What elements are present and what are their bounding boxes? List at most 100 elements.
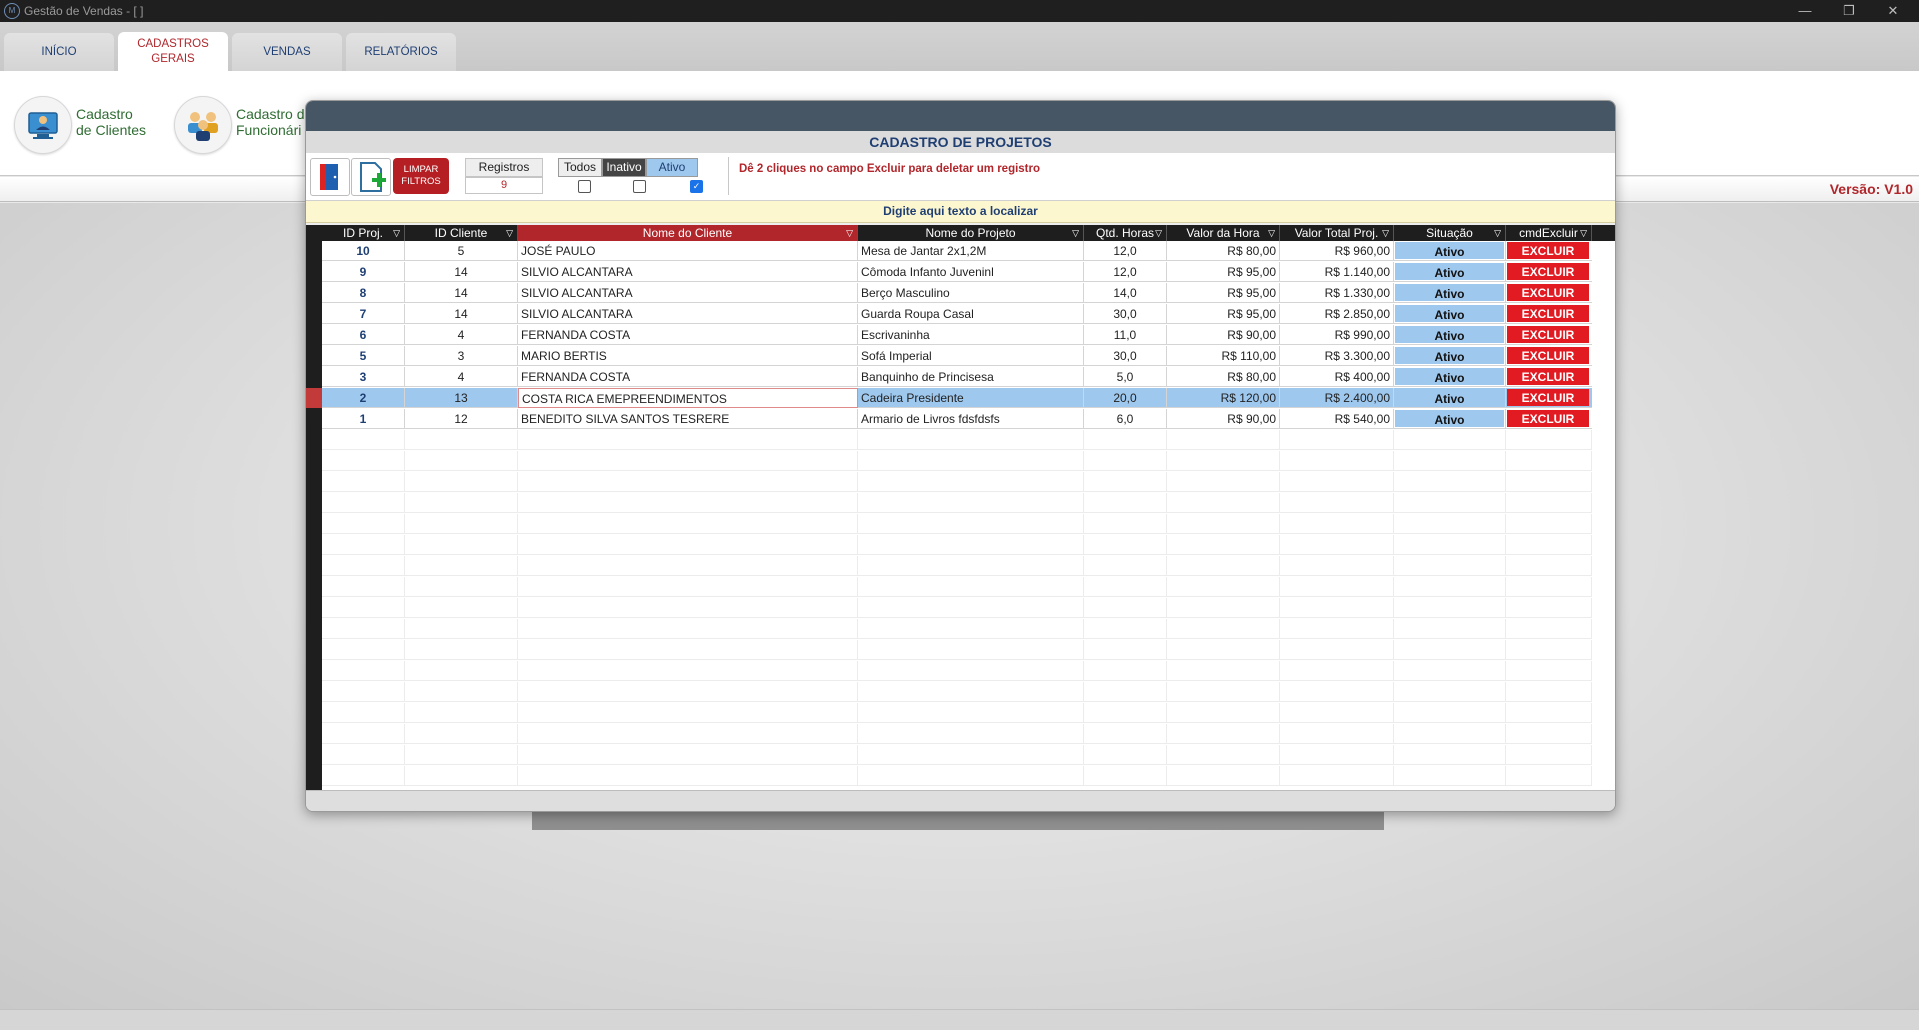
status-cell[interactable]: Ativo: [1394, 241, 1506, 261]
cell-hours[interactable]: 20,0: [1084, 388, 1167, 408]
table-row[interactable]: 1 12 BENEDITO SILVA SANTOS TESRERE Armario …: [322, 409, 1612, 430]
filter-dropdown-icon[interactable]: ▽: [393, 225, 400, 241]
exit-button[interactable]: [310, 158, 350, 196]
status-cell[interactable]: Ativo: [1394, 346, 1506, 366]
delete-button[interactable]: EXCLUIR: [1507, 305, 1589, 322]
cell-client[interactable]: BENEDITO SILVA SANTOS TESRERE: [518, 409, 858, 429]
delete-cell[interactable]: EXCLUIR: [1506, 304, 1592, 324]
cell-hours[interactable]: 12,0: [1084, 262, 1167, 282]
filter-dropdown-icon[interactable]: ▽: [1268, 225, 1275, 241]
cell-client[interactable]: COSTA RICA EMEPREENDIMENTOS: [518, 388, 858, 408]
filter-todos-checkbox[interactable]: [578, 180, 591, 193]
tab-relatorios[interactable]: RELATÓRIOS: [346, 33, 456, 71]
cell-client[interactable]: SILVIO ALCANTARA: [518, 304, 858, 324]
status-cell[interactable]: Ativo: [1394, 409, 1506, 429]
cell-client-id[interactable]: 14: [405, 304, 518, 324]
cell-rate[interactable]: R$ 95,00: [1167, 262, 1280, 282]
cell-id[interactable]: 2: [322, 388, 405, 408]
filter-ativo-checkbox[interactable]: ✓: [690, 180, 703, 193]
cell-project[interactable]: Escrivaninha: [858, 325, 1084, 345]
cell-project[interactable]: Guarda Roupa Casal: [858, 304, 1084, 324]
column-header[interactable]: Qtd. Horas ▽: [1084, 225, 1167, 241]
delete-button[interactable]: EXCLUIR: [1507, 284, 1589, 301]
close-icon[interactable]: ✕: [1878, 2, 1908, 20]
cell-hours[interactable]: 6,0: [1084, 409, 1167, 429]
cell-total[interactable]: R$ 1.330,00: [1280, 283, 1394, 303]
delete-button[interactable]: EXCLUIR: [1507, 347, 1589, 364]
table-row[interactable]: 10 5 JOSÉ PAULO Mesa de Jantar 2x1,2M 12,0 R$…: [322, 241, 1612, 262]
cell-client[interactable]: MARIO BERTIS: [518, 346, 858, 366]
tab-cadastros-gerais[interactable]: CADASTROS GERAIS: [118, 32, 228, 72]
cell-client-id[interactable]: 4: [405, 325, 518, 345]
minimize-icon[interactable]: —: [1790, 2, 1820, 20]
table-row[interactable]: 7 14 SILVIO ALCANTARA Guarda Roupa Casal 30,…: [322, 304, 1612, 325]
cell-total[interactable]: R$ 3.300,00: [1280, 346, 1394, 366]
cell-client[interactable]: SILVIO ALCANTARA: [518, 283, 858, 303]
cell-client-id[interactable]: 14: [405, 283, 518, 303]
filter-dropdown-icon[interactable]: ▽: [1155, 225, 1162, 241]
table-row[interactable]: 3 4 FERNANDA COSTA Banquinho de Princisesa 5…: [322, 367, 1612, 388]
status-cell[interactable]: Ativo: [1394, 262, 1506, 282]
cell-id[interactable]: 8: [322, 283, 405, 303]
delete-button[interactable]: EXCLUIR: [1507, 368, 1589, 385]
new-record-button[interactable]: [351, 158, 391, 196]
cell-total[interactable]: R$ 960,00: [1280, 241, 1394, 261]
restore-icon[interactable]: ❐: [1834, 2, 1864, 20]
cell-project[interactable]: Mesa de Jantar 2x1,2M: [858, 241, 1084, 261]
filter-dropdown-icon[interactable]: ▽: [506, 225, 513, 241]
cell-project[interactable]: Sofá Imperial: [858, 346, 1084, 366]
column-header[interactable]: Valor Total Proj. ▽: [1280, 225, 1394, 241]
delete-cell[interactable]: EXCLUIR: [1506, 388, 1592, 408]
cell-id[interactable]: 10: [322, 241, 405, 261]
cell-project[interactable]: Cadeira Presidente: [858, 388, 1084, 408]
tab-inicio[interactable]: INÍCIO: [4, 33, 114, 71]
column-header[interactable]: Valor da Hora ▽: [1167, 225, 1280, 241]
cell-project[interactable]: Berço Masculino: [858, 283, 1084, 303]
cell-client[interactable]: SILVIO ALCANTARA: [518, 262, 858, 282]
status-cell[interactable]: Ativo: [1394, 325, 1506, 345]
cell-total[interactable]: R$ 2.400,00: [1280, 388, 1394, 408]
delete-button[interactable]: EXCLUIR: [1507, 263, 1589, 280]
column-header[interactable]: Nome do Cliente ▽: [518, 225, 858, 241]
filter-dropdown-icon[interactable]: ▽: [1072, 225, 1079, 241]
table-row[interactable]: 2 13 COSTA RICA EMEPREENDIMENTOS Cadeira Pr…: [306, 388, 1612, 409]
cell-total[interactable]: R$ 990,00: [1280, 325, 1394, 345]
delete-cell[interactable]: EXCLUIR: [1506, 262, 1592, 282]
cell-client-id[interactable]: 13: [405, 388, 518, 408]
status-cell[interactable]: Ativo: [1394, 304, 1506, 324]
delete-cell[interactable]: EXCLUIR: [1506, 346, 1592, 366]
cell-id[interactable]: 3: [322, 367, 405, 387]
cell-rate[interactable]: R$ 90,00: [1167, 409, 1280, 429]
cell-rate[interactable]: R$ 80,00: [1167, 241, 1280, 261]
cell-hours[interactable]: 14,0: [1084, 283, 1167, 303]
cell-hours[interactable]: 12,0: [1084, 241, 1167, 261]
cell-id[interactable]: 9: [322, 262, 405, 282]
delete-cell[interactable]: EXCLUIR: [1506, 325, 1592, 345]
cell-id[interactable]: 7: [322, 304, 405, 324]
filter-inativo-checkbox[interactable]: [633, 180, 646, 193]
delete-button[interactable]: EXCLUIR: [1507, 389, 1589, 406]
table-row[interactable]: 6 4 FERNANDA COSTA Escrivaninha 11,0 R$ 90,00…: [322, 325, 1612, 346]
clear-filters-button[interactable]: LIMPAR FILTROS: [393, 158, 449, 194]
cell-rate[interactable]: R$ 95,00: [1167, 283, 1280, 303]
delete-cell[interactable]: EXCLUIR: [1506, 409, 1592, 429]
cell-client-id[interactable]: 3: [405, 346, 518, 366]
tab-vendas[interactable]: VENDAS: [232, 33, 342, 71]
cell-rate[interactable]: R$ 120,00: [1167, 388, 1280, 408]
delete-cell[interactable]: EXCLUIR: [1506, 367, 1592, 387]
cell-total[interactable]: R$ 400,00: [1280, 367, 1394, 387]
filter-dropdown-icon[interactable]: ▽: [1580, 225, 1587, 241]
cell-hours[interactable]: 30,0: [1084, 346, 1167, 366]
cell-total[interactable]: R$ 540,00: [1280, 409, 1394, 429]
cell-hours[interactable]: 30,0: [1084, 304, 1167, 324]
cell-client-id[interactable]: 5: [405, 241, 518, 261]
cell-id[interactable]: 5: [322, 346, 405, 366]
cell-client[interactable]: FERNANDA COSTA: [518, 367, 858, 387]
cell-rate[interactable]: R$ 95,00: [1167, 304, 1280, 324]
column-header[interactable]: cmdExcluir ▽: [1506, 225, 1592, 241]
column-header[interactable]: Nome do Projeto ▽: [858, 225, 1084, 241]
cell-hours[interactable]: 11,0: [1084, 325, 1167, 345]
delete-button[interactable]: EXCLUIR: [1507, 410, 1589, 427]
status-cell[interactable]: Ativo: [1394, 283, 1506, 303]
cell-rate[interactable]: R$ 90,00: [1167, 325, 1280, 345]
